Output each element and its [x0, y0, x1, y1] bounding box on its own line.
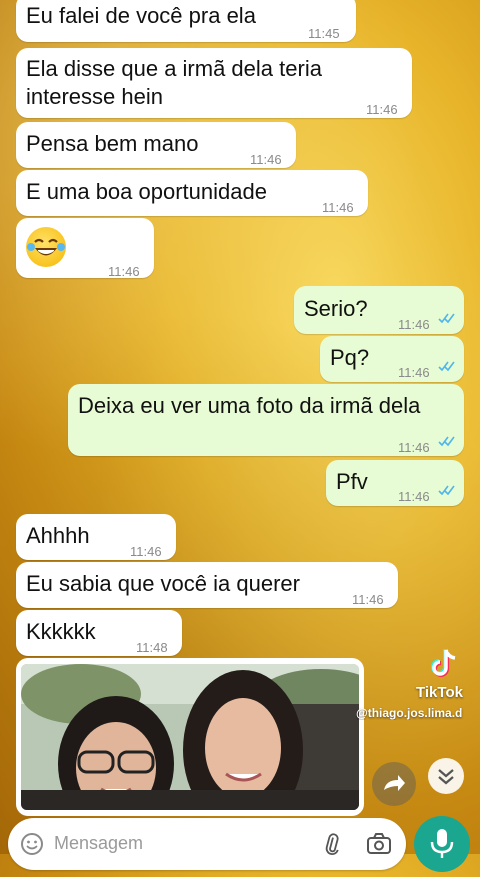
message-text: Pensa bem mano	[26, 131, 199, 156]
message-time: 11:46	[398, 365, 430, 380]
message-text: Serio?	[304, 296, 368, 321]
message-text: Pfv	[336, 469, 368, 494]
forward-button[interactable]	[372, 762, 416, 806]
attach-icon[interactable]	[320, 832, 344, 856]
mic-icon	[430, 829, 454, 858]
message-incoming[interactable]: Pensa bem mano 11:46	[16, 122, 296, 168]
message-incoming[interactable]: E uma boa oportunidade 11:46	[16, 170, 368, 216]
emoji-icon[interactable]	[20, 832, 44, 856]
tiktok-brand: TikTok	[416, 684, 463, 701]
message-outgoing[interactable]: Serio? 11:46	[294, 286, 464, 334]
message-time: 11:46	[322, 200, 354, 215]
message-outgoing[interactable]: Deixa eu ver uma foto da irmã dela 11:46	[68, 384, 464, 456]
scroll-down-icon	[438, 769, 454, 785]
message-incoming[interactable]: Eu falei de você pra ela 11:45	[16, 0, 356, 42]
message-outgoing[interactable]: Pfv 11:46	[326, 460, 464, 506]
message-text: Eu sabia que você ia querer	[26, 571, 300, 596]
message-time: 11:46	[398, 317, 430, 332]
message-text: Kkkkkk	[26, 619, 96, 644]
message-incoming-emoji[interactable]: 11:46	[16, 218, 154, 279]
read-ticks-icon	[438, 436, 455, 447]
message-text: Pq?	[330, 345, 370, 370]
mic-button[interactable]	[414, 816, 470, 872]
message-time: 11:46	[366, 102, 398, 117]
message-text: Ela disse que a irmã dela teria interess…	[26, 56, 322, 109]
camera-icon[interactable]	[366, 832, 392, 856]
message-incoming-photo[interactable]	[16, 658, 364, 816]
message-incoming[interactable]: Ahhhh 11:46	[16, 514, 176, 560]
message-text: Eu falei de você pra ela	[26, 3, 256, 28]
tears-of-joy-icon	[27, 238, 65, 256]
message-time: 11:46	[352, 592, 384, 607]
read-ticks-icon	[438, 485, 455, 496]
message-text: E uma boa oportunidade	[26, 179, 267, 204]
message-time: 11:46	[398, 489, 430, 504]
message-time: 11:46	[108, 264, 140, 279]
message-composer[interactable]	[8, 818, 406, 870]
message-outgoing[interactable]: Pq? 11:46	[320, 336, 464, 382]
message-incoming[interactable]: Kkkkkk 11:48	[16, 610, 182, 656]
message-text: Deixa eu ver uma foto da irmã dela	[78, 393, 421, 418]
photo-image	[21, 664, 359, 810]
message-incoming[interactable]: Ela disse que a irmã dela teria interess…	[16, 48, 412, 118]
tiktok-logo-icon	[431, 649, 456, 677]
message-time: 11:46	[398, 440, 430, 455]
laughing-emoji-icon	[26, 227, 66, 267]
shared-photo[interactable]	[21, 664, 359, 810]
message-input[interactable]	[52, 832, 306, 855]
message-text: Ahhhh	[26, 523, 90, 548]
scroll-down-button[interactable]	[428, 758, 464, 794]
forward-icon	[384, 775, 405, 791]
read-ticks-icon	[438, 361, 455, 372]
read-ticks-icon	[438, 313, 455, 324]
message-time: 11:45	[308, 26, 340, 41]
tiktok-handle: @thiago.jos.lima.d	[356, 706, 463, 720]
message-incoming[interactable]: Eu sabia que você ia querer 11:46	[16, 562, 398, 608]
